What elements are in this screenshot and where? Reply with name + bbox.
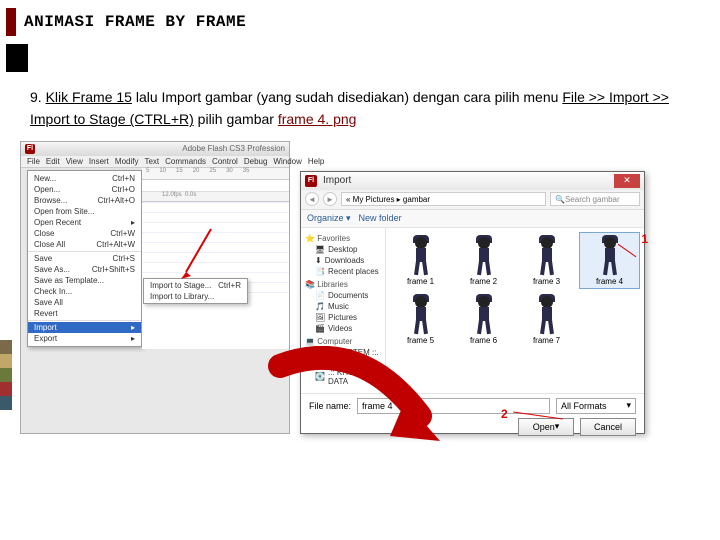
sidebar-documents[interactable]: 📄 Documents [305,290,381,301]
menu-view[interactable]: View [66,157,83,166]
cancel-button[interactable]: Cancel [580,418,636,436]
new-folder-button[interactable]: New folder [359,213,402,223]
menu-window[interactable]: Window [273,157,301,166]
ruler-tick: 5 [146,168,149,179]
menu-revert[interactable]: Revert [28,308,141,319]
file-thumb[interactable]: frame 1 [390,232,451,289]
menu-sep [28,320,141,321]
chevron-down-icon: ▾ [626,400,631,411]
text-part2: lalu Import gambar (yang sudah disediaka… [132,89,562,105]
side-color-stripe [0,340,12,410]
menu-control[interactable]: Control [212,157,238,166]
ruler-tick: 25 [209,168,216,179]
menu-commands[interactable]: Commands [165,157,206,166]
callout-1: 1 [641,232,648,246]
text-part4: pilih gambar [194,111,278,127]
open-button[interactable]: Open ▾ [518,418,574,436]
menu-import-library[interactable]: Import to Library... [144,291,247,302]
file-grid: frame 1 frame 2 frame 3 frame 4 frame 5 … [386,228,644,393]
flash-logo-icon: Fl [25,144,35,154]
flash-menubar[interactable]: File Edit View Insert Modify Text Comman… [21,156,289,168]
menu-open-site[interactable]: Open from Site... [28,206,141,217]
ruler-tick: 20 [193,168,200,179]
sidebar-libraries[interactable]: 📚 Libraries [305,280,381,289]
flash-logo-icon: Fl [305,175,317,187]
decor-block [6,44,28,72]
menu-help[interactable]: Help [308,157,324,166]
menu-sep [28,251,141,252]
menu-text[interactable]: Text [144,157,159,166]
ruler-tick: 10 [159,168,166,179]
menu-browse[interactable]: Browse...Ctrl+Alt+O [28,195,141,206]
menu-import[interactable]: Import▸ [28,322,141,333]
menu-edit[interactable]: Edit [46,157,60,166]
ruler-tick: 15 [176,168,183,179]
sidebar-drive-d[interactable]: 💽 .:: KHUSUS DATA [305,367,381,387]
menu-save-all[interactable]: Save All [28,297,141,308]
file-thumb[interactable]: frame 3 [516,232,577,289]
sidebar-favorites[interactable]: ⭐ Favorites [305,234,381,243]
file-thumb[interactable]: frame 6 [453,291,514,348]
import-submenu[interactable]: Import to Stage...Ctrl+R Import to Libra… [143,278,248,304]
sidebar-computer[interactable]: 💻 Computer [305,337,381,346]
import-dialog: Fl Import ✕ ◄ ► « My Pictures ▸ gambar 🔍… [300,171,645,434]
text-filename: frame 4. png [278,111,357,127]
step-number: 9. [30,89,42,105]
close-button[interactable]: ✕ [614,174,640,188]
menu-save-as[interactable]: Save As...Ctrl+Shift+S [28,264,141,275]
sidebar-pictures[interactable]: 🖼 Pictures [305,312,381,323]
menu-save[interactable]: SaveCtrl+S [28,253,141,264]
ruler-tick: 30 [226,168,233,179]
instruction-text: 9. Klik Frame 15 lalu Import gambar (yan… [0,72,720,141]
callout-2: 2 [501,407,508,421]
sidebar-downloads[interactable]: ⬇ Downloads [305,255,381,266]
menu-debug[interactable]: Debug [244,157,268,166]
file-thumb-selected[interactable]: frame 4 [579,232,640,289]
menu-open[interactable]: Open...Ctrl+O [28,184,141,195]
text-klik-frame: Klik Frame 15 [46,89,132,105]
flash-app-screenshot: Fl Adobe Flash CS3 Profession File Edit … [20,141,290,434]
menu-insert[interactable]: Insert [89,157,109,166]
path-breadcrumb[interactable]: « My Pictures ▸ gambar [341,192,546,206]
menu-save-template[interactable]: Save as Template... [28,275,141,286]
file-dropdown[interactable]: New...Ctrl+N Open...Ctrl+O Browse...Ctrl… [27,170,142,347]
sidebar-drive-c[interactable]: 💽 .:: SYSTEM ::. (C:) [305,347,381,367]
sidebar-recent[interactable]: 📑 Recent places [305,266,381,277]
timeline-fps: 12.0fps [162,192,182,198]
dialog-sidebar: ⭐ Favorites 🖥 Desktop ⬇ Downloads 📑 Rece… [301,228,386,393]
menu-import-stage[interactable]: Import to Stage...Ctrl+R [144,280,247,291]
slide-title: ANIMASI FRAME BY FRAME [24,13,246,31]
menu-export[interactable]: Export▸ [28,333,141,344]
dialog-title: Import [323,175,351,186]
organize-button[interactable]: Organize ▾ [307,213,351,224]
filename-input[interactable]: frame 4 [357,398,550,414]
back-button[interactable]: ◄ [305,192,319,206]
filename-label: File name: [309,401,351,411]
timeline-time: 0.0s [185,192,196,198]
format-combo[interactable]: All Formats▾ [556,398,636,414]
file-thumb[interactable]: frame 2 [453,232,514,289]
file-thumb[interactable]: frame 5 [390,291,451,348]
file-thumb[interactable]: frame 7 [516,291,577,348]
flash-app-title: Adobe Flash CS3 Profession [182,144,285,153]
ruler-tick: 35 [243,168,250,179]
timeline-ruler[interactable]: 5 10 15 20 25 30 35 [142,168,289,180]
search-input[interactable]: 🔍 Search gambar [550,192,640,206]
sidebar-desktop[interactable]: 🖥 Desktop [305,244,381,255]
sidebar-music[interactable]: 🎵 Music [305,301,381,312]
forward-button[interactable]: ► [323,192,337,206]
menu-checkin[interactable]: Check In... [28,286,141,297]
menu-close[interactable]: CloseCtrl+W [28,228,141,239]
menu-modify[interactable]: Modify [115,157,139,166]
sidebar-videos[interactable]: 🎬 Videos [305,323,381,334]
menu-new[interactable]: New...Ctrl+N [28,173,141,184]
menu-file[interactable]: File [27,157,40,166]
menu-open-recent[interactable]: Open Recent▸ [28,217,141,228]
title-accent [6,8,16,36]
menu-close-all[interactable]: Close AllCtrl+Alt+W [28,239,141,250]
